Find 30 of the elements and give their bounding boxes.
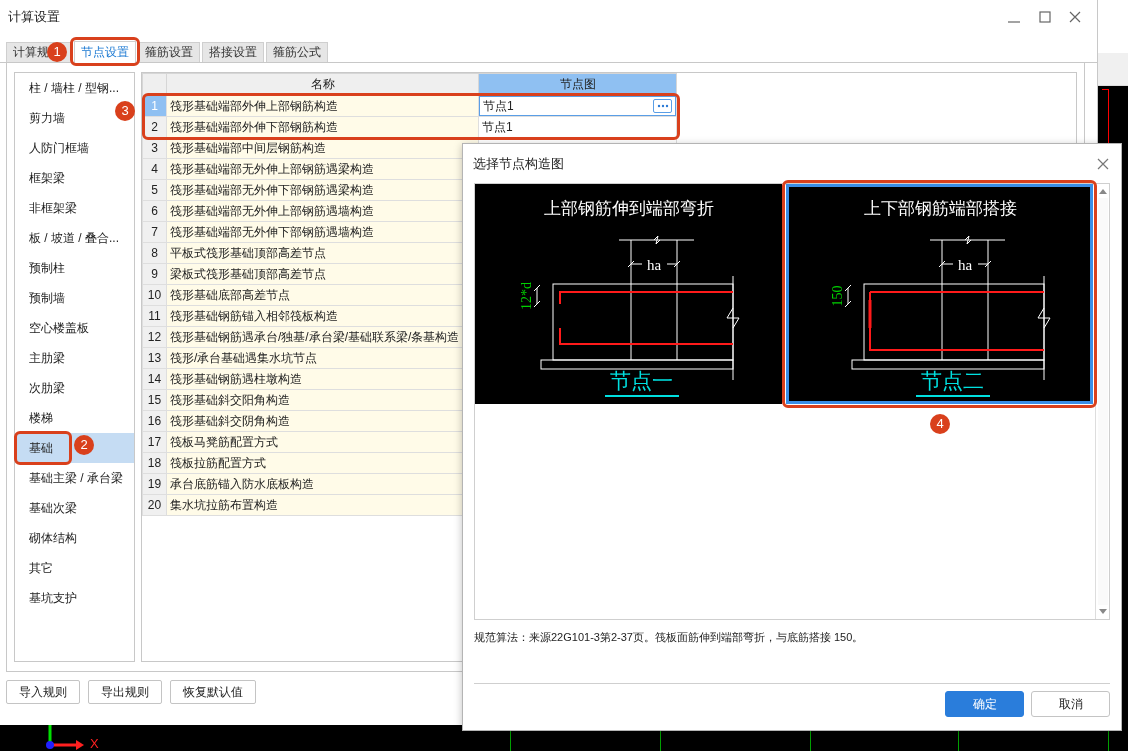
option-title: 上下部钢筋端部搭接 [863,199,1016,218]
row-number: 20 [142,494,167,516]
row-number: 14 [142,368,167,390]
row-number: 13 [142,347,167,369]
row-number: 5 [142,179,167,201]
option-caption: 节点二 [920,369,983,393]
option-title: 上部钢筋伸到端部弯折 [543,199,714,218]
dimension-label: ha [646,257,661,273]
axis-label: X [90,737,99,751]
row-number: 9 [142,263,167,285]
row-number: 10 [142,284,167,306]
row-number: 17 [142,431,167,453]
row-number: 11 [142,305,167,327]
description-text: 规范算法：来源22G101-3第2-37页。筏板面筋伸到端部弯折，与底筋搭接 150。 [474,620,1110,684]
row-number: 15 [142,389,167,411]
row-number: 6 [142,200,167,222]
row-number: 19 [142,473,167,495]
dimension-label: ha [957,257,972,273]
table-cell: 筏形基础端部外伸上部钢筋构造 [166,95,479,117]
option-caption: 节点一 [609,369,672,393]
row-number: 4 [142,158,167,180]
table-cell: 筏形基础端部外伸下部钢筋构造 [166,116,479,138]
row-number: 16 [142,410,167,432]
dimension-label: 12*d [518,282,534,310]
window-title: 计算设置 [8,8,60,26]
row-number: 12 [142,326,167,348]
row-number: 18 [142,452,167,474]
dimension-label: 150 [829,285,845,307]
row-number: 7 [142,221,167,243]
row-number: 8 [142,242,167,264]
